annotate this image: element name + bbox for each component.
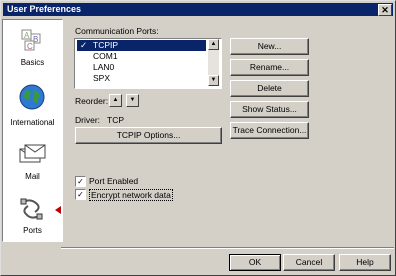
ports-icon [20,198,43,220]
user-preferences-dialog: User Preferences ✕ A B C Basics Internat… [0,0,396,276]
list-item[interactable]: COM1 [77,51,206,62]
category-sidebar: A B C Basics International Mail Ports [2,19,63,242]
encrypt-network-label: Encrypt network data [89,189,173,201]
list-scrollbar[interactable]: ▲ ▼ [208,39,219,86]
tcpip-options-button[interactable]: TCPIP Options... [75,127,222,144]
checkmark-icon: ✓ [80,40,88,50]
globe-icon [19,84,45,110]
new-port-button[interactable]: New... [230,38,309,55]
list-item[interactable]: LAN0 [77,62,206,73]
help-button[interactable]: Help [339,254,391,271]
sidebar-item-mail[interactable]: Mail [3,138,62,186]
scroll-down-icon[interactable]: ▼ [208,75,219,86]
title-bar: User Preferences ✕ [3,3,393,16]
ok-button[interactable]: OK [229,254,281,271]
reorder-label: Reorder: [75,96,109,106]
sidebar-item-international[interactable]: International [3,80,62,132]
close-button[interactable]: ✕ [378,4,392,16]
sidebar-item-label: Ports [23,226,42,235]
list-item[interactable]: SPX [77,73,206,84]
delete-port-button[interactable]: Delete [230,80,309,97]
sidebar-item-label: International [10,118,55,127]
encrypt-network-checkbox[interactable]: ✓ [75,189,86,200]
selected-indicator-arrow-icon [55,206,61,214]
driver-label: Driver: [75,115,101,125]
scroll-up-icon[interactable]: ▲ [208,39,219,50]
reorder-down-button[interactable]: ▼ [126,94,139,107]
window-title: User Preferences [7,4,82,14]
footer-separator [61,247,394,249]
ports-list-label: Communication Ports: [75,26,159,36]
cancel-button[interactable]: Cancel [283,254,335,271]
rename-port-button[interactable]: Rename... [230,59,309,76]
svg-text:C: C [27,42,33,51]
svg-text:A: A [24,31,30,40]
sidebar-item-basics[interactable]: A B C Basics [3,24,62,72]
port-enabled-label: Port Enabled [89,176,139,186]
sidebar-item-label: Basics [20,58,45,67]
reorder-up-button[interactable]: ▲ [109,94,122,107]
show-status-button[interactable]: Show Status... [230,101,309,118]
sidebar-item-label: Mail [25,172,40,181]
list-item[interactable]: ✓ TCPIP [77,40,206,51]
ports-listbox[interactable]: ✓ TCPIP COM1 LAN0 SPX ▲ ▼ [74,38,222,89]
mail-envelope-icon [19,144,46,163]
trace-connection-button[interactable]: Trace Connection... [230,122,309,139]
port-enabled-checkbox[interactable]: ✓ [75,176,86,187]
driver-value: TCP [107,115,124,125]
abc-blocks-icon: A B C [21,29,41,51]
sidebar-item-ports[interactable]: Ports [3,192,62,240]
